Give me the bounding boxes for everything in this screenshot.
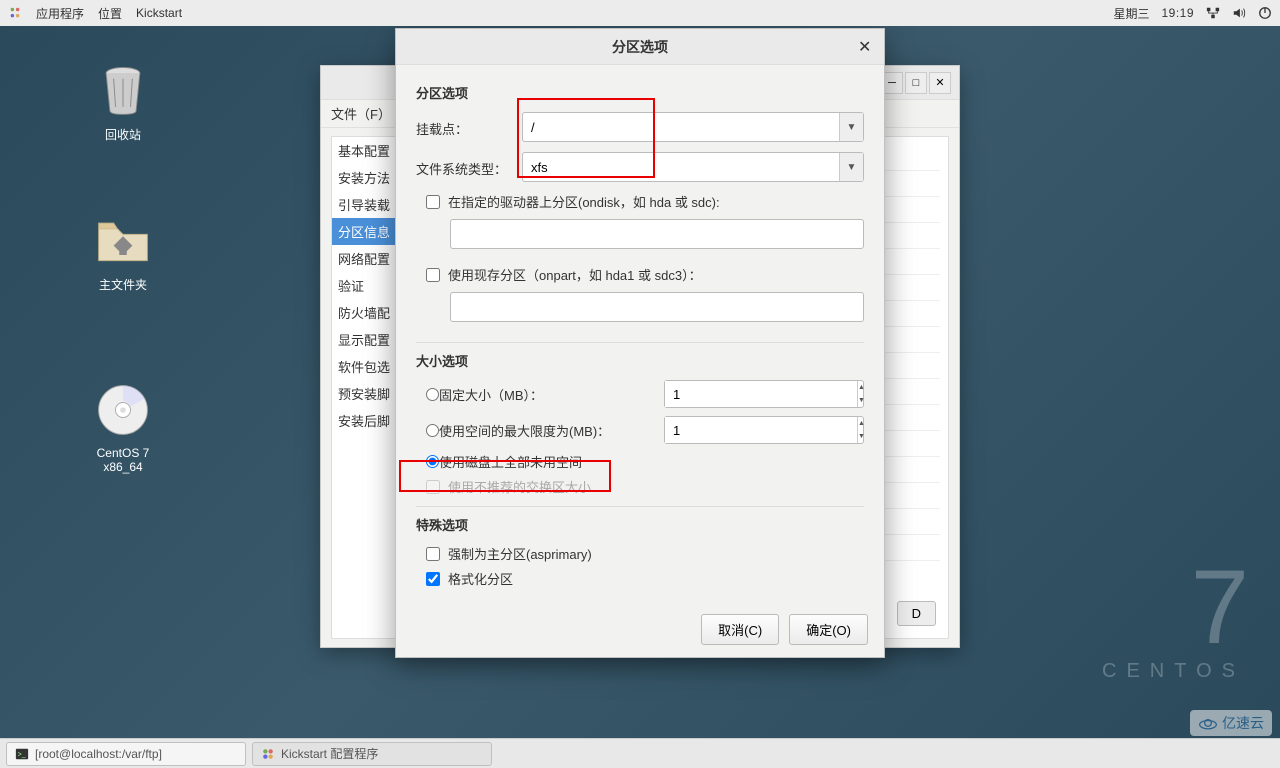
network-icon[interactable] [1206, 6, 1220, 20]
desktop-icon-trash[interactable]: 回收站 [78, 60, 168, 143]
radio-fill-disk[interactable] [426, 455, 439, 468]
desktop-icon-label: 主文件夹 [78, 276, 168, 293]
spinner-down-icon[interactable]: ▼ [858, 394, 865, 407]
spinner-up-icon[interactable]: ▲ [858, 381, 865, 394]
label-asprimary: 强制为主分区(asprimary) [448, 544, 592, 563]
checkbox-onpart[interactable] [426, 268, 440, 282]
label-swap: 使用不推荐的交换区大小 [448, 477, 591, 496]
radio-fixed-size[interactable] [426, 388, 439, 401]
cancel-button[interactable]: 取消(C) [701, 614, 779, 645]
fstype-combobox[interactable]: ▼ [522, 152, 864, 182]
label-onpart: 使用现存分区（onpart，如 hda1 或 sdc3）： [448, 265, 702, 284]
kickstart-app-icon [261, 747, 275, 761]
gnome-logo-icon [8, 6, 22, 20]
checkbox-swap [426, 480, 440, 494]
taskbar-item-terminal[interactable]: >_ [root@localhost:/var/ftp] [6, 742, 246, 766]
checkbox-ondisk[interactable] [426, 195, 440, 209]
taskbar-item-label: [root@localhost:/var/ftp] [35, 747, 162, 761]
label-mountpoint: 挂载点： [416, 117, 522, 138]
parent-close-button[interactable]: ✕ [929, 72, 951, 94]
menu-places[interactable]: 位置 [98, 5, 122, 22]
desktop-icon-label: CentOS 7 x86_64 [78, 446, 168, 474]
terminal-icon: >_ [15, 747, 29, 761]
fstype-input[interactable] [523, 153, 839, 181]
power-icon[interactable] [1258, 6, 1272, 20]
radio-max-size[interactable] [426, 424, 439, 437]
partition-options-dialog: 分区选项 ✕ 分区选项 挂载点： ▼ 文件系统类型： ▼ 在指定的驱动器上分区(… [395, 28, 885, 658]
label-fill-disk: 使用磁盘上全部未用空间 [439, 452, 582, 471]
volume-icon[interactable] [1232, 6, 1246, 20]
parent-maximize-button[interactable]: □ [905, 72, 927, 94]
parent-delete-button[interactable]: D [897, 601, 936, 626]
section-size-title: 大小选项 [416, 351, 864, 370]
centos-watermark: 7 CENTOS [1102, 566, 1245, 683]
desktop-icon-disc[interactable]: CentOS 7 x86_64 [78, 380, 168, 474]
section-partition-title: 分区选项 [416, 83, 864, 102]
svg-text:>_: >_ [18, 751, 26, 758]
dialog-titlebar: 分区选项 ✕ [396, 29, 884, 65]
chevron-down-icon[interactable]: ▼ [839, 113, 863, 141]
menu-applications[interactable]: 应用程序 [36, 5, 84, 22]
spinner-up-icon[interactable]: ▲ [858, 417, 865, 430]
menu-active-app[interactable]: Kickstart [136, 6, 182, 20]
disc-icon [93, 380, 153, 440]
menu-file[interactable]: 文件（F） [331, 107, 391, 122]
label-format: 格式化分区 [448, 569, 513, 588]
taskbar: >_ [root@localhost:/var/ftp] Kickstart 配… [0, 738, 1280, 768]
spinner-down-icon[interactable]: ▼ [858, 430, 865, 443]
clock-time: 19:19 [1161, 6, 1194, 20]
top-panel: 应用程序 位置 Kickstart 星期三 19:19 [0, 0, 1280, 26]
desktop-icon-label: 回收站 [78, 126, 168, 143]
taskbar-item-kickstart[interactable]: Kickstart 配置程序 [252, 742, 492, 766]
dialog-title: 分区选项 [612, 37, 668, 57]
ok-button[interactable]: 确定(O) [789, 614, 868, 645]
trash-icon [93, 60, 153, 120]
desktop-icon-home[interactable]: 主文件夹 [78, 210, 168, 293]
checkbox-format[interactable] [426, 572, 440, 586]
spinner-fixed-size[interactable]: ▲▼ [664, 380, 864, 408]
label-fstype: 文件系统类型： [416, 157, 522, 178]
spinner-fixed-input[interactable] [665, 381, 857, 407]
spinner-max-input[interactable] [665, 417, 857, 443]
taskbar-item-label: Kickstart 配置程序 [281, 745, 378, 762]
label-ondisk: 在指定的驱动器上分区(ondisk，如 hda 或 sdc): [448, 192, 720, 211]
input-onpart[interactable] [450, 292, 864, 322]
clock-day: 星期三 [1113, 5, 1149, 22]
cloud-watermark: 亿速云 [1190, 710, 1272, 736]
input-ondisk[interactable] [450, 219, 864, 249]
mountpoint-combobox[interactable]: ▼ [522, 112, 864, 142]
label-max-size: 使用空间的最大限度为(MB)： [439, 421, 610, 440]
chevron-down-icon[interactable]: ▼ [839, 153, 863, 181]
dialog-close-button[interactable]: ✕ [858, 37, 874, 53]
label-fixed-size: 固定大小（MB）： [439, 385, 543, 404]
section-special-title: 特殊选项 [416, 515, 864, 534]
folder-home-icon [93, 210, 153, 270]
checkbox-asprimary[interactable] [426, 547, 440, 561]
spinner-max-size[interactable]: ▲▼ [664, 416, 864, 444]
mountpoint-input[interactable] [523, 113, 839, 141]
